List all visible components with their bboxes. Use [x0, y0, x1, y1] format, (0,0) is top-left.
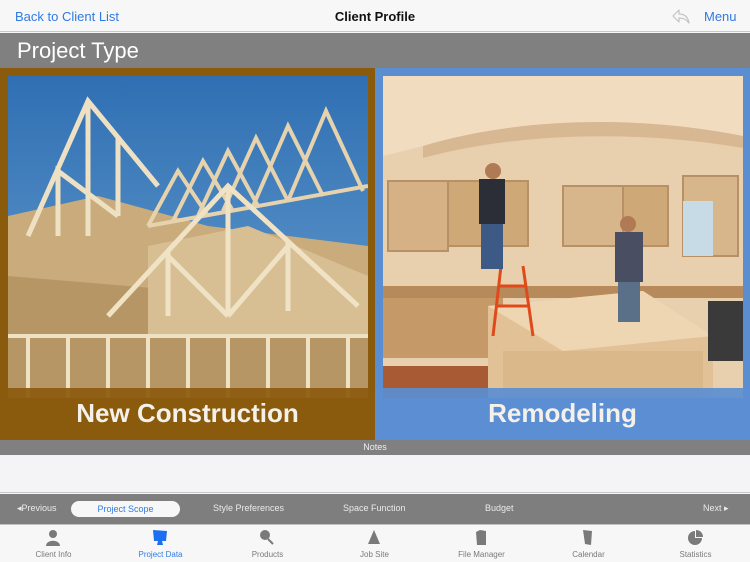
remodeling-label-band: Remodeling — [375, 388, 750, 440]
section-header: Project Type — [0, 33, 750, 68]
notes-label: Notes — [363, 442, 387, 452]
section-title: Project Type — [17, 38, 139, 63]
project-type-choices: New Construction Remodeling — [0, 68, 750, 440]
tab-label: Products — [251, 550, 284, 559]
tab-client-info[interactable]: Client Info — [0, 526, 107, 562]
notes-header: Notes — [0, 440, 750, 455]
calendar-page-icon — [583, 530, 592, 545]
tab-products[interactable]: Products — [214, 526, 321, 562]
new-construction-option[interactable]: New Construction — [0, 68, 375, 440]
pie-chart-icon — [688, 530, 703, 545]
tab-label: Calendar — [572, 550, 605, 559]
tab-project-data[interactable]: Project Data — [107, 526, 214, 562]
monitor-icon — [153, 530, 167, 545]
subnav-item-project-scope[interactable]: Project Scope — [71, 501, 180, 517]
new-construction-label: New Construction — [76, 398, 299, 428]
tab-label: Client Info — [35, 550, 72, 559]
house-framing-photo — [8, 76, 368, 398]
project-subnav: ◂Previous Project Scope Style Preference… — [0, 494, 750, 525]
remodeling-option[interactable]: Remodeling — [375, 68, 750, 440]
tab-calendar[interactable]: Calendar — [535, 526, 642, 562]
magnifier-icon — [260, 530, 274, 545]
cone-icon — [368, 530, 380, 544]
tab-statistics[interactable]: Statistics — [642, 526, 749, 562]
person-icon — [46, 530, 60, 546]
tab-job-site[interactable]: Job Site — [321, 526, 428, 562]
tab-label: Statistics — [679, 550, 712, 559]
tab-file-manager[interactable]: File Manager — [428, 526, 535, 562]
next-button[interactable]: Next ▸ — [703, 503, 729, 514]
subnav-item-style-preferences[interactable]: Style Preferences — [213, 503, 284, 513]
navigation-bar: Back to Client List Client Profile Menu — [0, 0, 750, 32]
notes-input[interactable] — [0, 455, 750, 493]
tab-label: File Manager — [458, 550, 505, 559]
undo-arrow-icon[interactable] — [671, 7, 691, 25]
subnav-item-space-function[interactable]: Space Function — [343, 503, 406, 513]
menu-button[interactable]: Menu — [704, 9, 737, 24]
clipboard-icon — [476, 530, 486, 545]
new-construction-label-band: New Construction — [0, 388, 375, 440]
tab-label: Job Site — [360, 550, 389, 559]
kitchen-remodel-photo — [383, 76, 743, 398]
tab-bar: Client Info Project Data Products Job Si… — [0, 526, 750, 562]
back-to-client-list-button[interactable]: Back to Client List — [15, 9, 119, 24]
tab-label: Project Data — [138, 550, 183, 559]
remodeling-label: Remodeling — [488, 398, 637, 428]
previous-button[interactable]: ◂Previous — [17, 503, 57, 514]
subnav-item-budget[interactable]: Budget — [485, 503, 514, 513]
